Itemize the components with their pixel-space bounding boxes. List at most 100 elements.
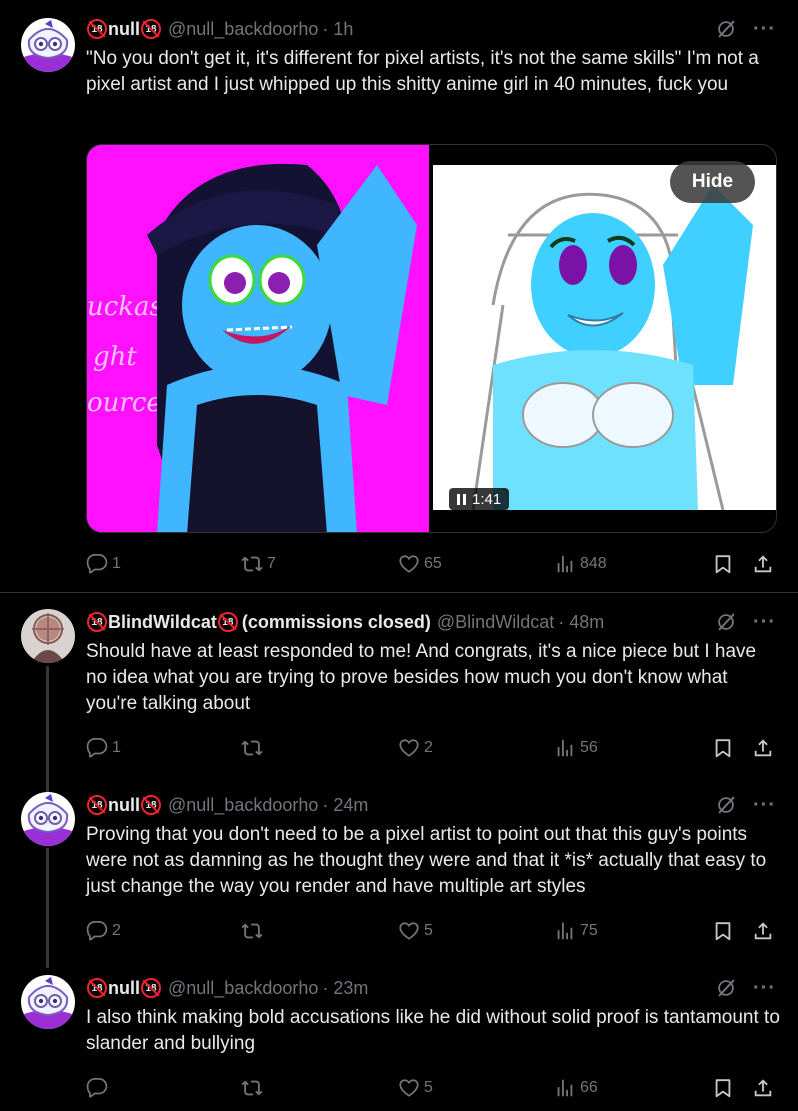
grok-icon[interactable] bbox=[715, 611, 737, 633]
reply-button[interactable]: 2 bbox=[86, 918, 121, 944]
tweet-header: 18 null 18 @null_backdoorho · 23m bbox=[86, 975, 368, 1001]
like-button[interactable]: 65 bbox=[398, 551, 442, 577]
display-name[interactable]: null bbox=[108, 795, 140, 816]
image-text: ource bbox=[87, 388, 162, 418]
age-restricted-badge: 18 bbox=[87, 612, 107, 632]
more-icon[interactable]: ··· bbox=[753, 612, 776, 632]
reply-count: 2 bbox=[112, 922, 121, 939]
grok-icon[interactable] bbox=[715, 794, 737, 816]
image-text: ght bbox=[93, 342, 137, 372]
tweet-header: 18 null 18 @null_backdoorho · 1h bbox=[86, 16, 353, 42]
reply-button[interactable]: 1 bbox=[86, 551, 121, 577]
pixel-art-image[interactable]: uckass ght ource bbox=[87, 145, 429, 532]
share-icon bbox=[752, 1077, 774, 1099]
age-restricted-badge: 18 bbox=[87, 19, 107, 39]
handle[interactable]: @null_backdoorho bbox=[168, 795, 318, 816]
like-count: 5 bbox=[424, 1079, 433, 1096]
media-container[interactable]: uckass ght ource Hide 1:41 bbox=[86, 144, 777, 533]
avatar[interactable] bbox=[21, 609, 75, 663]
handle[interactable]: @BlindWildcat bbox=[437, 612, 554, 633]
reply-icon bbox=[86, 737, 108, 759]
handle[interactable]: @null_backdoorho bbox=[168, 978, 318, 999]
tweet-text: Proving that you don't need to be a pixe… bbox=[86, 824, 767, 897]
more-icon[interactable]: ··· bbox=[753, 978, 776, 998]
like-button[interactable]: 5 bbox=[398, 1075, 433, 1101]
display-name[interactable]: null bbox=[108, 978, 140, 999]
age-restricted-badge: 18 bbox=[87, 795, 107, 815]
bookmark-icon bbox=[712, 737, 734, 759]
grok-icon[interactable] bbox=[715, 18, 737, 40]
share-button[interactable] bbox=[752, 918, 774, 944]
tweet-header-actions: ··· bbox=[715, 792, 776, 818]
tweet-text: "No you don't get it, it's different for… bbox=[86, 48, 759, 95]
tweet-3[interactable]: 18 null 18 @null_backdoorho · 24m ··· Pr… bbox=[0, 792, 798, 962]
bookmark-icon bbox=[712, 1077, 734, 1099]
repost-button[interactable] bbox=[241, 918, 267, 944]
like-icon bbox=[398, 553, 420, 575]
timestamp[interactable]: · 48m bbox=[558, 612, 604, 633]
share-icon bbox=[752, 553, 774, 575]
handle[interactable]: @null_backdoorho bbox=[168, 19, 318, 40]
share-button[interactable] bbox=[752, 735, 774, 761]
display-name[interactable]: null bbox=[108, 19, 140, 40]
like-icon bbox=[398, 1077, 420, 1099]
tweet-1[interactable]: 18 null 18 @null_backdoorho · 1h ··· "No… bbox=[0, 16, 798, 591]
age-restricted-badge: 18 bbox=[141, 795, 161, 815]
share-button[interactable] bbox=[752, 1075, 774, 1101]
repost-button[interactable]: 7 bbox=[241, 551, 276, 577]
hide-media-button[interactable]: Hide bbox=[670, 161, 755, 203]
more-icon[interactable]: ··· bbox=[753, 795, 776, 815]
views-button[interactable]: 75 bbox=[554, 918, 598, 944]
more-icon[interactable]: ··· bbox=[753, 19, 776, 39]
views-count: 75 bbox=[580, 922, 598, 939]
reply-button[interactable]: 1 bbox=[86, 735, 121, 761]
avatar[interactable] bbox=[21, 18, 75, 72]
repost-icon bbox=[241, 920, 263, 942]
repost-button[interactable] bbox=[241, 1075, 267, 1101]
repost-icon bbox=[241, 553, 263, 575]
like-icon bbox=[398, 737, 420, 759]
tweet-text: Should have at least responded to me! An… bbox=[86, 641, 757, 714]
video-timer[interactable]: 1:41 bbox=[449, 488, 510, 510]
pause-icon[interactable] bbox=[457, 493, 466, 505]
views-button[interactable]: 66 bbox=[554, 1075, 598, 1101]
avatar[interactable] bbox=[21, 792, 75, 846]
bookmark-icon bbox=[712, 920, 734, 942]
age-restricted-badge: 18 bbox=[141, 978, 161, 998]
tweet-header: 18 BlindWildcat 18 (commissions closed) … bbox=[86, 609, 604, 635]
repost-icon bbox=[241, 1077, 263, 1099]
reply-count: 1 bbox=[112, 739, 121, 756]
timestamp[interactable]: · 1h bbox=[322, 19, 353, 40]
tweet-actions: 2 5 75 bbox=[86, 918, 776, 944]
reply-button[interactable] bbox=[86, 1075, 112, 1101]
share-icon bbox=[752, 920, 774, 942]
bookmark-button[interactable] bbox=[712, 918, 734, 944]
tweet-4[interactable]: 18 null 18 @null_backdoorho · 23m ··· I … bbox=[0, 975, 798, 1111]
avatar[interactable] bbox=[21, 975, 75, 1029]
views-button[interactable]: 848 bbox=[554, 551, 607, 577]
grok-icon[interactable] bbox=[715, 977, 737, 999]
repost-button[interactable] bbox=[241, 735, 267, 761]
views-count: 56 bbox=[580, 739, 598, 756]
timestamp[interactable]: · 23m bbox=[322, 978, 368, 999]
reply-icon bbox=[86, 1077, 108, 1099]
tweet-2[interactable]: 18 BlindWildcat 18 (commissions closed) … bbox=[0, 609, 798, 779]
share-button[interactable] bbox=[752, 551, 774, 577]
bookmark-button[interactable] bbox=[712, 551, 734, 577]
reply-count: 1 bbox=[112, 555, 121, 572]
views-count: 848 bbox=[580, 555, 607, 572]
bookmark-button[interactable] bbox=[712, 735, 734, 761]
display-name[interactable]: BlindWildcat bbox=[108, 612, 217, 633]
like-button[interactable]: 2 bbox=[398, 735, 433, 761]
video-sketch-image[interactable] bbox=[433, 165, 776, 510]
like-button[interactable]: 5 bbox=[398, 918, 433, 944]
display-name-suffix[interactable]: (commissions closed) bbox=[242, 612, 431, 633]
views-icon bbox=[554, 920, 576, 942]
bookmark-button[interactable] bbox=[712, 1075, 734, 1101]
views-icon bbox=[554, 553, 576, 575]
views-button[interactable]: 56 bbox=[554, 735, 598, 761]
views-icon bbox=[554, 1077, 576, 1099]
share-icon bbox=[752, 737, 774, 759]
timestamp[interactable]: · 24m bbox=[322, 795, 368, 816]
tweet-actions: 1 2 56 bbox=[86, 735, 776, 761]
